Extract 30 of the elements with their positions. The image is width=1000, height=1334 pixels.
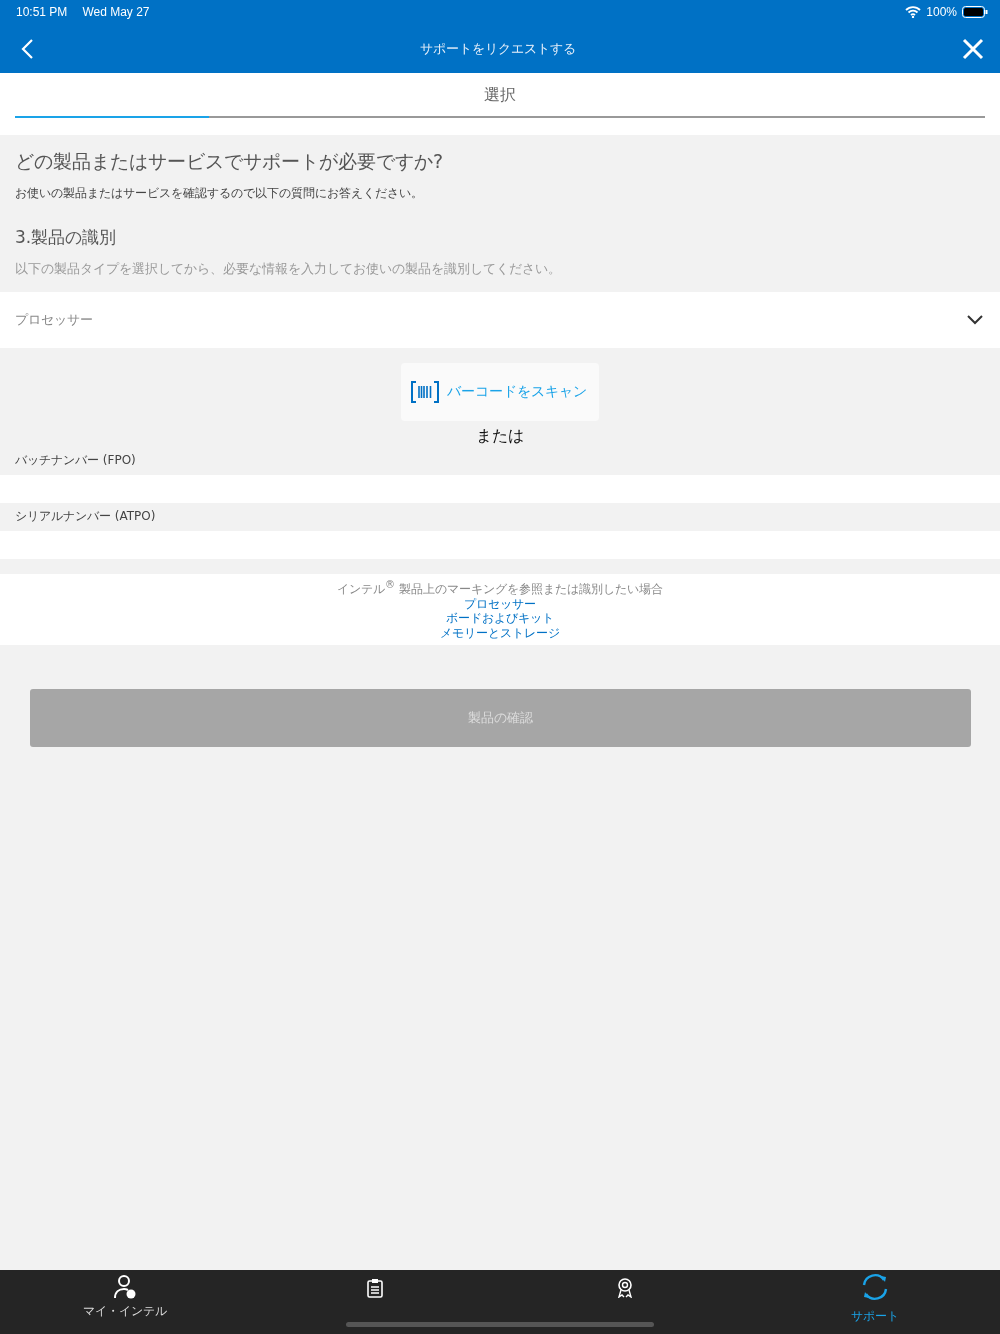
info-text: インテル$^{®}$ 製品上のマーキングを参照または識別したい場合 <box>337 578 663 597</box>
question-heading: どの製品またはサービスでサポートが必要ですか? <box>15 149 445 174</box>
sync-icon <box>860 1272 890 1302</box>
award-icon <box>617 1278 633 1298</box>
question-subheading: お使いの製品またはサービスを確認するので以下の質問にお答えください。 <box>15 185 424 202</box>
status-time: 10:51 PM <box>16 5 68 19</box>
section-title: 3.製品の識別 <box>15 226 118 249</box>
battery-percent: 100% <box>926 5 957 19</box>
tab-item[interactable]: マイ・インテル <box>0 1270 250 1334</box>
screen-title: サポートをリクエストする <box>419 39 577 58</box>
scan-barcode-button[interactable]: バーコードをスキャン <box>401 363 599 421</box>
info-link[interactable]: プロセッサー <box>464 596 536 611</box>
close-icon[interactable] <box>962 37 984 60</box>
back-icon[interactable] <box>20 37 34 60</box>
battery-icon <box>962 6 988 18</box>
or-text: または <box>476 426 524 447</box>
person-icon <box>113 1274 137 1300</box>
step-label: 選択 <box>483 85 517 106</box>
barcode-icon <box>411 381 439 403</box>
wifi-icon <box>905 6 922 18</box>
clipboard-icon <box>367 1278 383 1298</box>
tab-item[interactable]: サポート <box>750 1270 1000 1334</box>
field-label: バッチナンバー (FPO) <box>14 452 137 469</box>
status-date: Wed May 27 <box>82 5 150 19</box>
product-type-dropdown[interactable]: プロセッサー <box>0 292 1000 348</box>
section-description: 以下の製品タイプを選択してから、必要な情報を入力してお使いの製品を識別してください。 <box>15 261 562 278</box>
info-link[interactable]: ボードおよびキット <box>446 611 554 626</box>
info-link[interactable]: メモリーとストレージ <box>440 625 560 640</box>
chevron-down-icon <box>967 315 983 325</box>
field-label: シリアルナンバー (ATPO) <box>14 508 157 525</box>
